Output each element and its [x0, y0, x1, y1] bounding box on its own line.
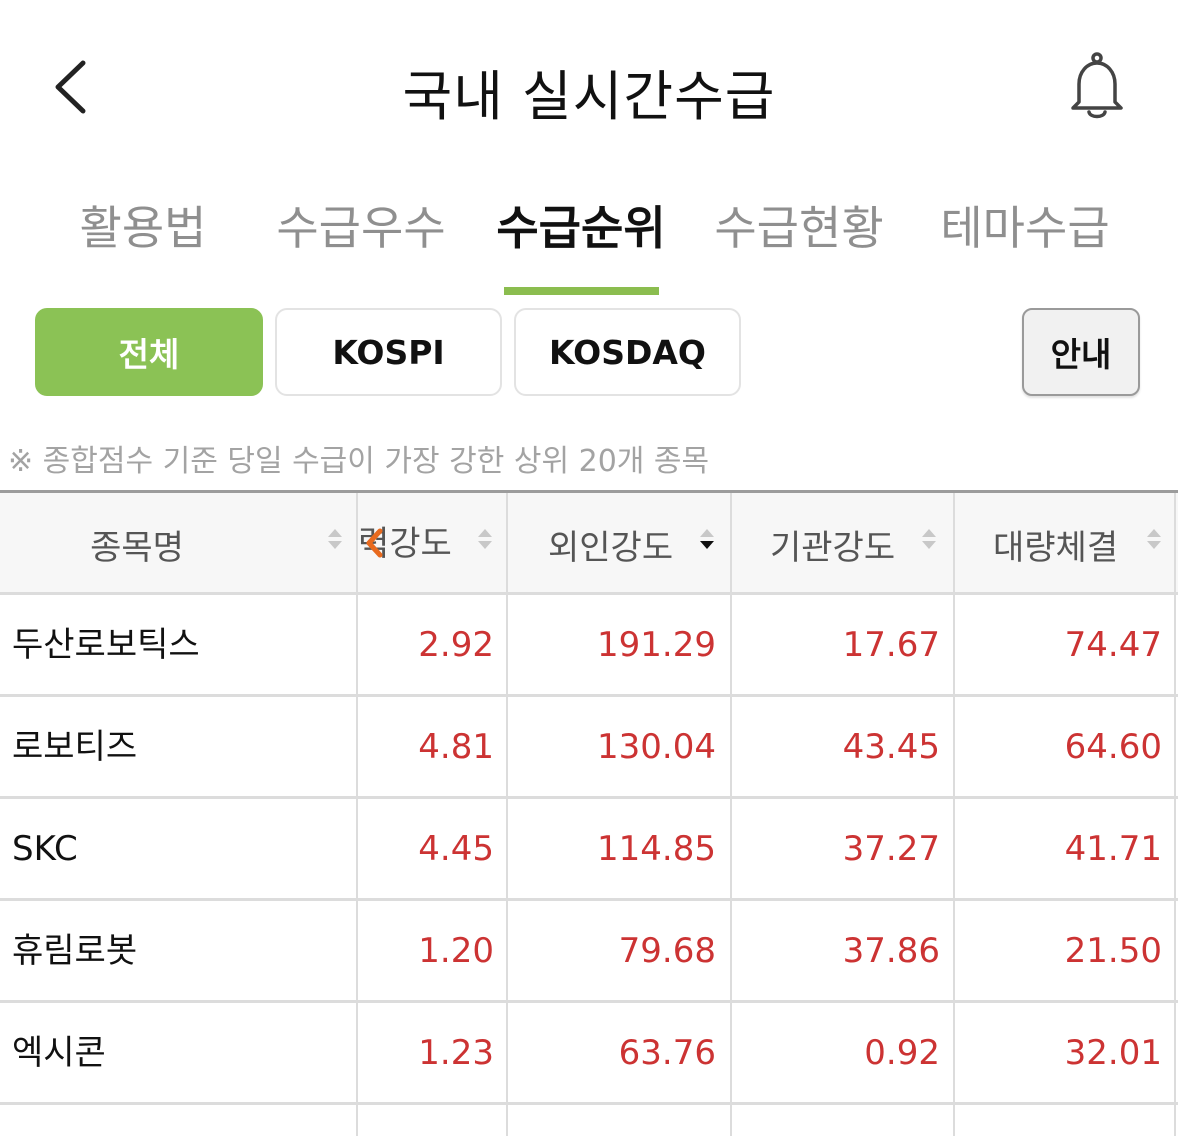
ranking-notice: ※ 종합점수 기준 당일 수급이 가장 강한 상위 20개 종목	[8, 444, 710, 479]
value-institution: 37.86	[842, 931, 940, 971]
table-row[interactable]: 휴림로봇 1.20 79.68 37.86 21.50	[0, 901, 1178, 1003]
column-divider	[506, 493, 508, 1136]
stock-name: 로보티즈	[12, 727, 138, 767]
value-block-trade: 21.50	[1064, 931, 1162, 971]
column-divider	[730, 493, 732, 1136]
header-block-trade-label: 대량체결	[993, 527, 1119, 568]
filter-all-button[interactable]: 전체	[35, 308, 263, 396]
guide-button[interactable]: 안내	[1022, 308, 1140, 396]
value-foreign: 63.76	[618, 1033, 716, 1073]
stock-name: SKC	[12, 829, 78, 869]
page-title: 국내 실시간수급	[402, 65, 776, 128]
tab-supply-excellent[interactable]: 수급우수	[276, 190, 446, 270]
app-header: 국내 실시간수급	[0, 0, 1178, 170]
value-foreign: 130.04	[597, 727, 716, 767]
value-block-trade: 32.01	[1064, 1033, 1162, 1073]
header-col1[interactable]: 력강도	[358, 493, 506, 595]
tab-supply-ranking[interactable]: 수급순위	[496, 190, 666, 270]
value-col1: 4.81	[418, 727, 494, 767]
stock-name: 엑시콘	[12, 1033, 106, 1073]
notification-button[interactable]	[1064, 50, 1130, 124]
value-institution: 17.67	[842, 625, 940, 665]
value-foreign: 79.68	[618, 931, 716, 971]
tab-supply-status[interactable]: 수급현황	[714, 190, 884, 270]
value-block-trade: 74.47	[1064, 625, 1162, 665]
value-foreign: 191.29	[597, 625, 716, 665]
bell-icon	[1071, 52, 1123, 119]
sort-icon	[478, 529, 492, 549]
ranking-table: 종목명 력강도 외인강도 기관강도 대량체결 두산로보틱스 2.92 191.2…	[0, 490, 1178, 1136]
value-block-trade: 41.71	[1064, 829, 1162, 869]
filter-kosdaq-button[interactable]: KOSDAQ	[514, 308, 741, 396]
scroll-left-icon[interactable]	[364, 527, 384, 559]
header-foreign-strength-label: 외인강도	[548, 527, 674, 568]
market-filter: 전체 KOSPI KOSDAQ 안내	[0, 306, 1178, 398]
value-col1: 1.23	[418, 1033, 494, 1073]
sort-desc-icon	[700, 529, 714, 549]
column-divider	[356, 493, 358, 1136]
value-institution: 0.92	[864, 1033, 940, 1073]
filter-kospi-button[interactable]: KOSPI	[275, 308, 502, 396]
value-block-trade: 64.60	[1064, 727, 1162, 767]
sort-icon	[922, 529, 936, 549]
stock-name: 두산로보틱스	[12, 625, 200, 665]
table-row[interactable]: SKC 4.45 114.85 37.27 41.71	[0, 799, 1178, 901]
header-block-trade[interactable]: 대량체결	[955, 493, 1178, 595]
header-stock-name[interactable]: 종목명	[0, 493, 358, 595]
header-stock-name-label: 종목명	[90, 527, 184, 568]
column-divider	[1174, 493, 1176, 1136]
table-row[interactable]: 두산로보틱스 2.92 191.29 17.67 74.47	[0, 595, 1178, 697]
stock-name: 휴림로봇	[12, 931, 138, 971]
value-institution: 37.27	[842, 829, 940, 869]
active-tab-indicator	[504, 287, 659, 295]
column-divider	[953, 493, 955, 1136]
sort-icon	[328, 529, 342, 549]
tab-usage[interactable]: 활용법	[78, 190, 208, 270]
value-foreign: 114.85	[597, 829, 716, 869]
value-col1: 1.20	[418, 931, 494, 971]
tab-theme-supply[interactable]: 테마수급	[940, 190, 1110, 270]
sort-icon	[1147, 529, 1161, 549]
header-foreign-strength[interactable]: 외인강도	[508, 493, 730, 595]
value-col1: 4.45	[418, 829, 494, 869]
table-row[interactable]: 엑시콘 1.23 63.76 0.92 32.01	[0, 1003, 1178, 1105]
header-institution-strength[interactable]: 기관강도	[732, 493, 954, 595]
value-col1: 2.92	[418, 625, 494, 665]
value-institution: 43.45	[842, 727, 940, 767]
header-institution-strength-label: 기관강도	[770, 527, 896, 568]
table-row[interactable]: 로보티즈 4.81 130.04 43.45 64.60	[0, 697, 1178, 799]
table-header: 종목명 력강도 외인강도 기관강도 대량체결	[0, 493, 1178, 595]
main-tabs: 활용법 수급우수 수급순위 수급현황 테마수급	[0, 190, 1178, 300]
